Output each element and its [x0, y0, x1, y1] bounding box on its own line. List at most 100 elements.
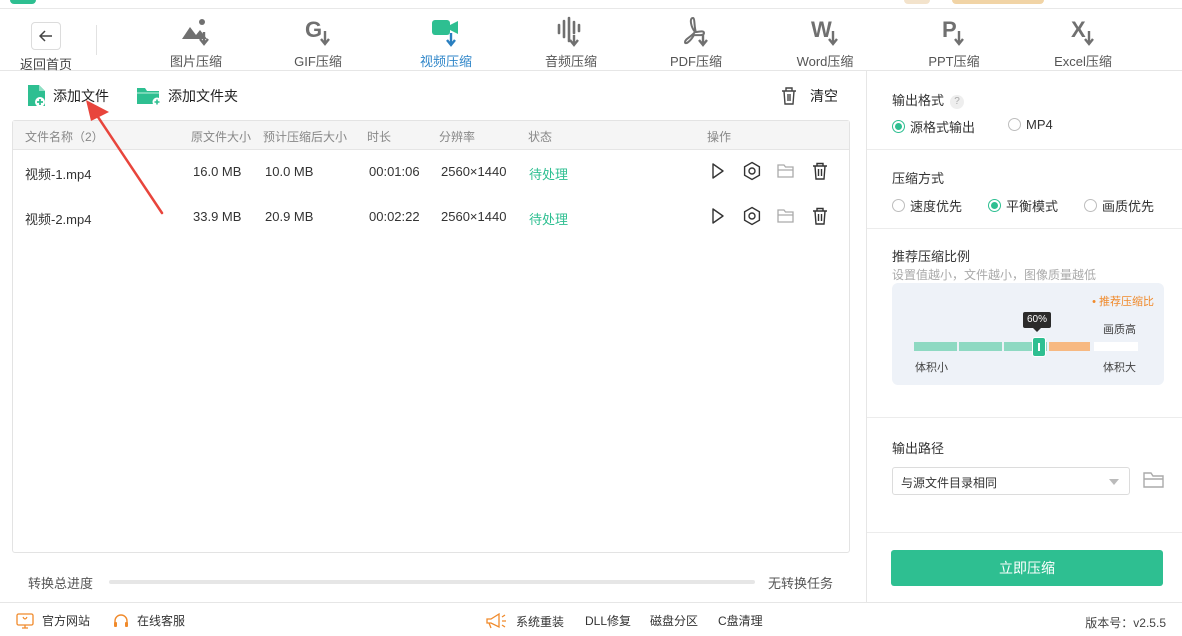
tab-gif-compress[interactable]: G GIF压缩 — [268, 12, 368, 70]
radio-dot — [988, 199, 1001, 212]
tab-label: 图片压缩 — [169, 54, 222, 69]
app-logo — [10, 0, 36, 4]
compress-mode-section: 压缩方式 速度优先 平衡模式 画质优先 — [867, 150, 1182, 229]
table-row[interactable]: 视频-1.mp4 16.0 MB 10.0 MB 00:01:06 2560×1… — [13, 151, 849, 195]
chevron-down-icon — [1109, 479, 1119, 485]
quality-high-label: 画质高 — [1103, 324, 1136, 336]
radio-source-format[interactable]: 源格式输出 — [892, 117, 975, 136]
vip-button[interactable] — [952, 0, 1044, 4]
footer-bar: 官方网站 在线客服 系统重装 DLL修复 磁盘分区 C盘清理 版本号：v2.5.… — [0, 602, 1182, 636]
compress-ratio-slider-box: • 推荐压缩比 画质高 60% 体积小 体积大 — [892, 283, 1164, 385]
tab-label: Excel压缩 — [1054, 54, 1112, 69]
task-status-text: 无转换任务 — [768, 576, 834, 591]
title-bar-strip — [0, 0, 1182, 9]
play-icon[interactable] — [707, 206, 727, 226]
output-format-title-text: 输出格式 — [892, 93, 945, 108]
est-size: 20.9 MB — [265, 209, 314, 224]
tab-pdf-compress[interactable]: PDF压缩 — [646, 12, 746, 70]
add-folder-icon — [137, 88, 162, 107]
footer-link-label: 磁盘分区 — [650, 614, 699, 628]
add-folder-button[interactable]: 添加文件夹 — [136, 83, 238, 109]
duration: 00:02:22 — [369, 209, 420, 224]
tab-label: PDF压缩 — [669, 54, 722, 69]
gif-compress-icon: G — [305, 17, 330, 46]
slider-segment-recommended[interactable] — [1049, 342, 1090, 351]
slider-segment[interactable] — [1094, 342, 1138, 351]
output-format-section: 输出格式? 源格式输出 MP4 — [867, 71, 1182, 150]
online-service-link[interactable]: 在线客服 — [113, 612, 185, 629]
slider-segment[interactable] — [914, 342, 957, 351]
add-file-button[interactable]: 添加文件 — [26, 83, 109, 109]
system-reinstall-link[interactable]: 系统重装 — [484, 612, 564, 630]
radio-dot — [892, 199, 905, 212]
radio-speed-first[interactable]: 速度优先 — [892, 196, 962, 215]
radio-label: 画质优先 — [1102, 199, 1155, 214]
top-nav: 返回首页 图片压缩 G GIF压缩 视频压缩 音频压缩 PDF压缩 W Word… — [0, 10, 1182, 72]
radio-balanced[interactable]: 平衡模式 — [988, 196, 1058, 215]
megaphone-icon — [486, 612, 506, 629]
play-icon[interactable] — [707, 161, 727, 181]
radio-mp4[interactable]: MP4 — [1008, 117, 1053, 132]
recommend-legend: • 推荐压缩比 — [1092, 296, 1154, 308]
radio-dot — [892, 120, 905, 133]
tab-word-compress[interactable]: W Word压缩 — [775, 12, 875, 70]
output-format-title: 输出格式? — [892, 90, 965, 109]
output-path-title: 输出路径 — [892, 441, 945, 456]
radio-dot — [1084, 199, 1097, 212]
delete-icon[interactable] — [810, 161, 830, 181]
footer-link-label: DLL修复 — [585, 614, 632, 628]
tab-video-compress[interactable]: 视频压缩 — [396, 12, 496, 70]
headset-icon — [114, 613, 128, 627]
settings-icon[interactable] — [742, 206, 762, 226]
start-compress-button[interactable]: 立即压缩 — [891, 550, 1163, 586]
delete-icon[interactable] — [810, 206, 830, 226]
avatar[interactable] — [904, 0, 930, 4]
settings-icon[interactable] — [742, 161, 762, 181]
add-file-label: 添加文件 — [53, 88, 109, 104]
svg-text:G: G — [305, 17, 322, 42]
ratio-hint: 设置值越小，文件越小，图像质量越低 — [892, 268, 1097, 282]
radio-label: MP4 — [1026, 117, 1053, 132]
table-row[interactable]: 视频-2.mp4 33.9 MB 20.9 MB 00:02:22 2560×1… — [13, 196, 849, 240]
tab-excel-compress[interactable]: X Excel压缩 — [1033, 12, 1133, 70]
pdf-compress-icon — [683, 16, 708, 47]
header-resolution: 分辨率 — [439, 130, 476, 144]
header-duration: 时长 — [367, 130, 392, 144]
monitor-icon — [16, 612, 34, 629]
c-drive-cleanup-link[interactable]: C盘清理 — [718, 612, 763, 629]
tab-ppt-compress[interactable]: P PPT压缩 — [904, 12, 1004, 70]
radio-label: 源格式输出 — [910, 120, 976, 135]
video-compress-icon — [432, 20, 458, 47]
dll-repair-link[interactable]: DLL修复 — [585, 612, 631, 629]
tab-image-compress[interactable]: 图片压缩 — [146, 12, 246, 70]
audio-compress-icon — [557, 16, 581, 47]
footer-link-label: 系统重装 — [516, 614, 565, 629]
output-path-select[interactable]: 与源文件目录相同 — [892, 467, 1130, 495]
open-folder-icon[interactable] — [776, 161, 796, 181]
tab-audio-compress[interactable]: 音频压缩 — [521, 12, 621, 70]
footer-link-label: 在线客服 — [137, 614, 186, 628]
file-toolbar: 添加文件 添加文件夹 清空 — [0, 71, 866, 119]
official-website-link[interactable]: 官方网站 — [16, 612, 90, 629]
back-home-button[interactable]: 返回首页 — [18, 16, 74, 72]
add-file-icon — [28, 85, 45, 107]
disk-partition-link[interactable]: 磁盘分区 — [650, 612, 698, 629]
open-folder-icon[interactable] — [776, 206, 796, 226]
radio-quality-first[interactable]: 画质优先 — [1084, 196, 1154, 215]
file-name: 视频-2.mp4 — [25, 212, 92, 227]
help-icon[interactable]: ? — [950, 95, 965, 109]
back-arrow-icon — [31, 22, 61, 50]
tab-label: PPT压缩 — [928, 54, 980, 69]
slider-segment[interactable] — [959, 342, 1002, 351]
tab-label: Word压缩 — [796, 54, 854, 69]
output-path-value: 与源文件目录相同 — [901, 476, 998, 490]
slider-value-tooltip: 60% — [1023, 312, 1052, 332]
word-compress-icon: W — [811, 17, 838, 46]
resolution: 2560×1440 — [441, 209, 507, 224]
clear-button[interactable]: 清空 — [780, 83, 838, 109]
ratio-slider-handle[interactable] — [1032, 337, 1046, 357]
header-name: 文件名称（2） — [25, 130, 104, 144]
tab-label: GIF压缩 — [294, 54, 342, 69]
est-size: 10.0 MB — [265, 164, 314, 179]
browse-folder-icon[interactable] — [1142, 469, 1166, 491]
